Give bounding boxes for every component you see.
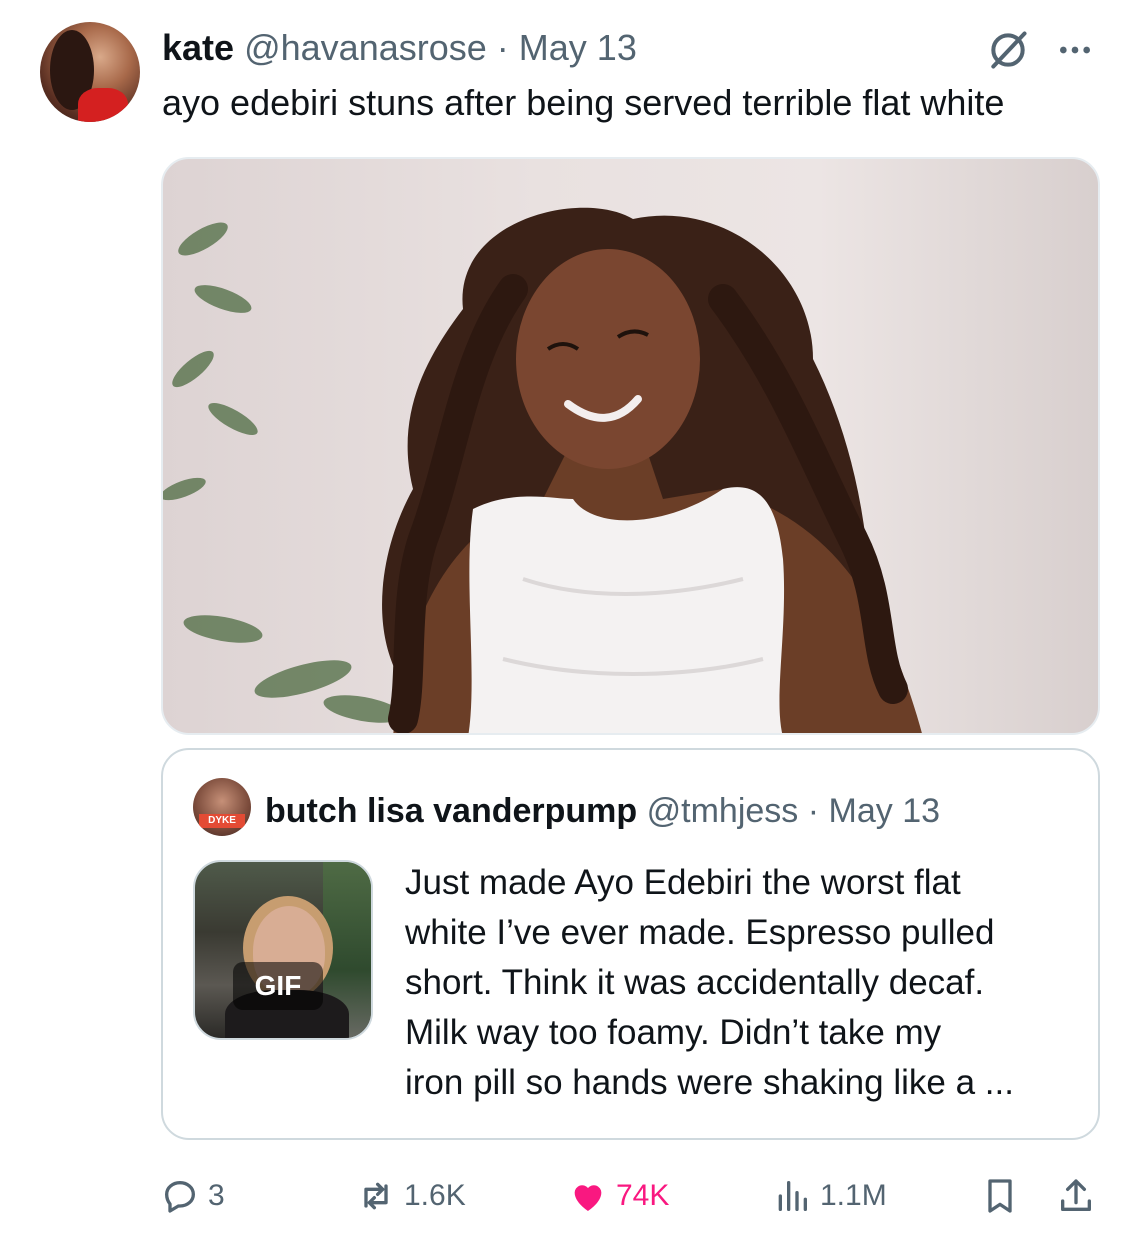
header-separator: · <box>496 27 509 68</box>
repost-icon <box>364 1182 388 1210</box>
tweet-date[interactable]: May 13 <box>519 27 637 68</box>
author-avatar[interactable] <box>40 22 140 122</box>
photo-illustration <box>163 207 922 733</box>
quoted-text-line: short. Think it was accidentally decaf. <box>405 963 985 1002</box>
quoted-author-name[interactable]: butch lisa vanderpump <box>265 792 637 830</box>
tweet-header: kate @havanasrose · May 13 <box>162 26 637 70</box>
author-name[interactable]: kate <box>162 27 234 68</box>
like-button[interactable]: 74K <box>568 1168 669 1224</box>
grok-icon[interactable] <box>986 28 1030 72</box>
more-icon[interactable] <box>1055 30 1095 70</box>
tweet-photo[interactable] <box>161 157 1100 735</box>
quoted-gif[interactable]: GIF <box>193 860 373 1040</box>
quoted-separator: · <box>807 792 820 830</box>
reply-button[interactable]: 3 <box>160 1168 225 1224</box>
quoted-header: butch lisa vanderpump @tmhjess · May 13 <box>265 790 940 832</box>
like-icon <box>574 1185 602 1211</box>
reply-icon <box>165 1181 195 1213</box>
tweet-text: ayo edebiri stuns after being served ter… <box>162 82 1005 123</box>
quoted-text-line: iron pill so hands were shaking like a .… <box>405 1063 1014 1102</box>
quoted-author-avatar[interactable]: DYKE <box>193 778 251 836</box>
quoted-date[interactable]: May 13 <box>829 792 941 830</box>
quoted-text-line: white I’ve ever made. Espresso pulled <box>405 913 995 952</box>
views-button[interactable]: 1.1M <box>772 1168 887 1224</box>
repost-button[interactable]: 1.6K <box>356 1168 466 1224</box>
avatar-shirt <box>78 88 128 122</box>
bookmark-button[interactable] <box>980 1168 1020 1224</box>
quoted-text: Just made Ayo Edebiri the worst flat whi… <box>405 858 1085 1108</box>
gif-badge: GIF <box>233 962 323 1010</box>
like-count: 74K <box>616 1179 670 1212</box>
avatar-shirt-text: DYKE <box>199 814 245 828</box>
share-button[interactable] <box>1056 1168 1096 1224</box>
share-icon <box>1061 1179 1091 1211</box>
quoted-text-line: Just made Ayo Edebiri the worst flat <box>405 863 961 902</box>
views-count: 1.1M <box>820 1179 887 1212</box>
quoted-author-handle[interactable]: @tmhjess <box>647 792 799 830</box>
views-icon <box>778 1181 807 1211</box>
tweet[interactable]: kate @havanasrose · May 13 ayo edebiri s… <box>0 0 1130 1250</box>
repost-count: 1.6K <box>404 1179 466 1212</box>
author-handle[interactable]: @havanasrose <box>244 27 487 68</box>
bookmark-icon <box>988 1179 1012 1213</box>
reply-count: 3 <box>208 1179 225 1212</box>
action-bar: 3 1.6K 74K 1.1M <box>160 1168 1100 1224</box>
quoted-tweet[interactable]: DYKE butch lisa vanderpump @tmhjess · Ma… <box>161 748 1100 1140</box>
quoted-text-line: Milk way too foamy. Didn’t take my <box>405 1013 942 1052</box>
